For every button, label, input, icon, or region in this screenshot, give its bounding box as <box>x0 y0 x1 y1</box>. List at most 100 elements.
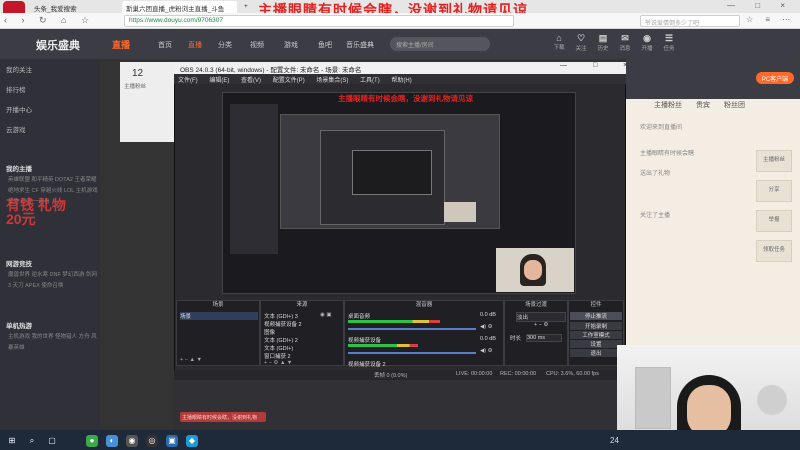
browser-menu-icons[interactable]: ☆ ≡ ⋯ <box>746 15 795 24</box>
broadcast-icon[interactable]: ◉ 开播 <box>636 33 658 52</box>
side-button[interactable]: 领取任务 <box>756 240 792 262</box>
studio-mode-button[interactable]: 工作室模式 <box>570 331 622 339</box>
preview-webcam <box>496 248 574 292</box>
taskbar-clock: 24 <box>610 436 619 445</box>
sidebar-item-cloud[interactable]: 云游戏 <box>6 124 26 134</box>
preview-banner-text: 主播眼睛有时候会瞎，没谢到礼物请见谅 <box>338 94 473 103</box>
windows-taskbar <box>0 430 800 450</box>
follow-icon[interactable]: ♡ 关注 <box>570 33 592 52</box>
obs-window-controls[interactable]: — □ × <box>560 62 639 69</box>
audio-meter <box>348 344 418 347</box>
obs-menu-scene-collection[interactable]: 场景集合(S) <box>316 78 348 84</box>
source-item[interactable]: 视频捕获设备 2 <box>264 320 302 328</box>
source-item[interactable]: 图像 <box>264 328 275 336</box>
chat-message: 欢迎来到直播间 <box>640 125 683 131</box>
mixer-channel-name: 视频捕获设备 <box>348 338 382 344</box>
task-icon[interactable]: ☰ 任务 <box>658 33 680 52</box>
start-icon[interactable]: ⊞ <box>6 435 18 447</box>
nav-item-video[interactable]: 视频 <box>250 40 264 50</box>
settings-button[interactable]: 设置 <box>570 340 622 348</box>
obs-icon[interactable]: ◉ <box>126 435 138 447</box>
history-icon[interactable]: ▤ 历史 <box>592 33 614 52</box>
sidebar-section-title: 我的主播 <box>6 166 32 173</box>
pc-client-button[interactable]: PC客户端 <box>756 72 794 84</box>
chat-tab[interactable]: 贵宾 <box>696 100 710 110</box>
sidebar-category-grid[interactable]: 主机游戏 我的世界 怪物猎人 方舟 风暴英雄 <box>8 332 98 354</box>
volume-slider[interactable] <box>348 328 476 330</box>
nav-item-category[interactable]: 分类 <box>218 40 232 50</box>
eye-lock-icons[interactable]: ◉ ▣ <box>320 312 332 318</box>
obs-menu-edit[interactable]: 编辑(E) <box>209 78 229 84</box>
address-bar[interactable]: https://www.douyu.com/9706307 <box>124 15 514 27</box>
browser-tab-active[interactable]: 斯巢六团直播_虎粉浏主直播_斗鱼 <box>122 1 237 13</box>
sidebar-item-rank[interactable]: 排行榜 <box>6 84 26 94</box>
app-icon[interactable]: ◆ <box>186 435 198 447</box>
scene-item[interactable]: 场景 <box>180 312 258 320</box>
mixer-mute-settings-icons[interactable]: ◀) ⚙ <box>480 324 493 330</box>
nav-item-live[interactable]: 直播 <box>188 40 202 50</box>
room-card[interactable] <box>120 62 180 142</box>
status-rec-time: REC: 00:00:00 <box>500 371 537 377</box>
nav-item-game[interactable]: 游戏 <box>284 40 298 50</box>
mixer-dock-title: 混音器 <box>415 302 433 308</box>
start-recording-button[interactable]: 开始录制 <box>570 322 622 330</box>
side-button[interactable]: 主播粉丝 <box>756 150 792 172</box>
nav-item-home[interactable]: 首页 <box>158 40 172 50</box>
search-icon[interactable]: ⌕ <box>26 435 38 447</box>
chat-tab[interactable]: 主播粉丝 <box>654 100 682 110</box>
stop-streaming-button[interactable]: 停止推流 <box>570 312 622 320</box>
app-icon[interactable]: ◎ <box>146 435 158 447</box>
room-subtitle: 主播粉丝 <box>124 84 147 90</box>
site-logo[interactable]: 娱乐盛典 <box>36 37 80 53</box>
transition-buttons[interactable]: + − ⚙ <box>534 322 548 328</box>
volume-slider[interactable] <box>348 352 476 354</box>
obs-menu-file[interactable]: 文件(F) <box>178 78 198 84</box>
mixer-channel-name: 桌面音频 <box>348 314 371 320</box>
obs-menu-view[interactable]: 查看(V) <box>241 78 261 84</box>
mixer-mute-settings-icons[interactable]: ◀) ⚙ <box>480 348 493 354</box>
sidebar-item-studio[interactable]: 开播中心 <box>6 104 32 114</box>
message-icon[interactable]: ✉ 消息 <box>614 33 636 52</box>
transition-select[interactable]: 淡出 <box>516 312 566 322</box>
sources-dock-title: 来源 <box>296 302 308 308</box>
chat-message: 送出了礼物 <box>640 171 671 177</box>
status-live-time: LIVE: 00:00:00 <box>456 371 493 377</box>
nav-item-music[interactable]: 音乐盛典 <box>346 40 374 50</box>
browser-search-input[interactable]: 爷说爱情倒多少了吧 <box>640 15 740 27</box>
transition-duration-input[interactable]: 300 ms <box>526 334 562 342</box>
preview-nested-webcam <box>444 202 476 222</box>
obs-menu-tools[interactable]: 工具(T) <box>360 78 380 84</box>
nav-item-yuba[interactable]: 鱼吧 <box>318 40 332 50</box>
browser-nav-icons[interactable]: ‹ › ↻ ⌂ ☆ <box>4 15 95 26</box>
obs-bottom-area <box>174 380 626 430</box>
sidebar-category-grid[interactable]: 魔兽世界 逆水寒 DNF 梦幻西游 剑网3 天刀 APEX 使命召唤 <box>8 270 98 292</box>
status-dropped-frames: 丢帧 0 (0.0%) <box>374 373 408 379</box>
sidebar-section-title: 单机热游 <box>6 323 32 330</box>
source-item[interactable]: 文本 (GDI+) 3 <box>264 312 298 320</box>
exit-button[interactable]: 退出 <box>570 349 622 357</box>
window-controls[interactable]: — □ × <box>727 1 794 10</box>
app-icon[interactable]: ● <box>86 435 98 447</box>
obs-menu-profile[interactable]: 配置文件(P) <box>273 78 305 84</box>
source-item[interactable]: 文本 (GDI+) <box>264 344 293 352</box>
obs-menu-help[interactable]: 帮助(H) <box>391 78 411 84</box>
side-button[interactable]: 举报 <box>756 210 792 232</box>
new-tab-button[interactable]: + <box>240 1 254 13</box>
scene-dock-buttons[interactable]: + − ▲ ▼ <box>180 357 202 363</box>
webcam-window-frame <box>635 367 671 429</box>
status-cpu: CPU: 3.6%, 60.00 fps <box>546 371 599 377</box>
task-view-icon[interactable]: ▢ <box>46 435 58 447</box>
browser-icon[interactable]: ◐ <box>106 435 118 447</box>
site-search-input[interactable]: 搜索主播/房间 <box>390 37 490 51</box>
source-item[interactable]: 文本 (GDI+) 2 <box>264 336 298 344</box>
browser-tab[interactable]: 头条_我爱搜索 <box>30 1 120 13</box>
download-icon[interactable]: ⌂ 下载 <box>548 33 570 51</box>
chat-message: 关注了主播 <box>640 213 671 219</box>
source-item[interactable]: 窗口捕获 2 <box>264 352 291 360</box>
controls-dock-title: 控件 <box>590 302 602 308</box>
app-icon[interactable]: ▣ <box>166 435 178 447</box>
source-dock-buttons[interactable]: + − ⚙ ▲ ▼ <box>264 360 292 366</box>
side-button[interactable]: 分享 <box>756 180 792 202</box>
chat-tab[interactable]: 粉丝团 <box>724 100 745 110</box>
sidebar-item-follow[interactable]: 我的关注 <box>6 64 32 74</box>
